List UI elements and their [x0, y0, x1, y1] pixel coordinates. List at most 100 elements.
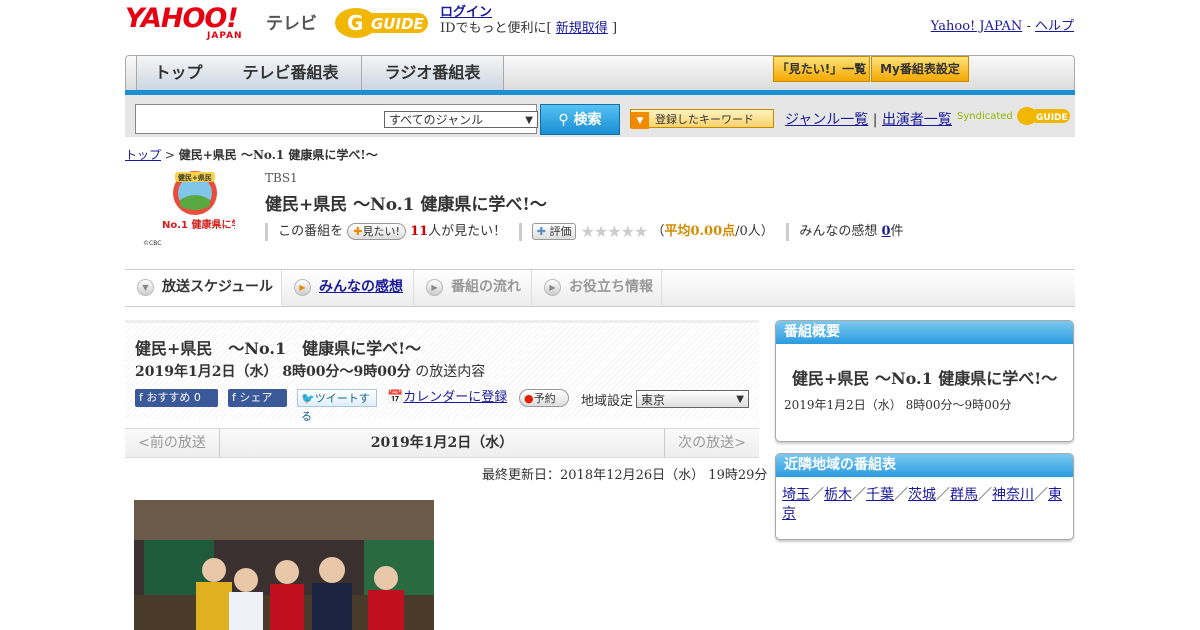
impressions-label: みんなの感想 — [799, 224, 878, 239]
stats-divider — [265, 222, 268, 241]
recommend-label: おすすめ — [146, 391, 191, 404]
facebook-recommend-button[interactable]: f おすすめ 0 — [135, 389, 218, 407]
nav-tab-tv[interactable]: テレビ番組表 — [220, 56, 362, 90]
region-separator: ／ — [978, 487, 992, 503]
tab-info[interactable]: ▶ お役立ち情報 — [532, 270, 662, 306]
schedule-time: 2019年1月2日（水） 8時00分～9時00分 の放送内容 — [135, 361, 485, 381]
region-link-tochigi[interactable]: 栃木 — [824, 487, 852, 503]
program-logo-text: 健民+県民 — [178, 173, 212, 182]
recommend-count: 0 — [193, 391, 201, 404]
calendar-link[interactable]: カレンダーに登録 — [403, 390, 507, 405]
prev-broadcast-link[interactable]: <前の放送 — [125, 429, 220, 457]
genre-list-link[interactable]: ジャンル一覧 — [785, 112, 868, 128]
search-bar: すべてのジャンル ▼ ⚲ 検索 ▼ 登録したキーワード ジャンル一覧 | 出演者一… — [125, 95, 1075, 137]
genre-select-value: すべてのジャンル — [389, 113, 484, 127]
rating-button[interactable]: ✚ 評価 — [531, 223, 577, 240]
stats-divider — [786, 222, 790, 241]
syndicated-badge: Syndicated GUIDE — [957, 105, 1072, 127]
login-description: IDでもっと便利に[ — [440, 21, 552, 36]
broadcast-pager: <前の放送 2019年1月2日（水） 次の放送> — [125, 428, 759, 458]
chevron-right-icon: ▶ — [544, 278, 561, 296]
search-links: ジャンル一覧 | 出演者一覧 — [785, 109, 952, 129]
share-row: f おすすめ 0 f シェア 🐦ツイートする 📅カレンダーに登録 ●予約 地域設… — [135, 389, 755, 423]
keyword-button[interactable]: ▼ 登録したキーワード — [630, 109, 774, 129]
triangle-down-icon: ▼ — [631, 112, 649, 129]
service-label: テレビ — [266, 14, 317, 34]
overview-header: 番組概要 — [776, 321, 1073, 344]
yahoo-logo[interactable]: YAHOO! JAPAN — [125, 5, 265, 43]
schedule-datetime: 2019年1月2日（水） 8時00分～9時00分 — [135, 364, 411, 380]
tab-schedule[interactable]: ▼ 放送スケジュール — [125, 270, 282, 306]
facebook-icon: f — [139, 391, 143, 404]
schedule-datetime-suffix: の放送内容 — [415, 364, 486, 380]
watch-suffix: 人が見たい！ — [428, 224, 507, 239]
watch-prefix: この番組を — [278, 224, 344, 239]
schedule-title: 健民+県民 ～No.1 健康県に学べ!～ — [135, 339, 422, 358]
region-link-chiba[interactable]: 千葉 — [866, 487, 894, 503]
region-separator: ／ — [936, 487, 950, 503]
region-link-saitama[interactable]: 埼玉 — [782, 487, 810, 503]
region-link-ibaraki[interactable]: 茨城 — [908, 487, 936, 503]
region-separator: ／ — [852, 487, 866, 503]
impressions-count[interactable]: 0 — [882, 224, 891, 239]
region-select[interactable]: 東京 ▼ — [636, 390, 749, 408]
gguide-small-text: GUIDE — [1036, 113, 1068, 123]
yahoo-logo-sub: JAPAN — [207, 31, 243, 41]
nav-tab-radio[interactable]: ラジオ番組表 — [362, 56, 504, 90]
channel-name: TBS1 — [265, 171, 298, 185]
tweet-button[interactable]: 🐦ツイートする — [297, 389, 377, 423]
region-separator: ／ — [810, 487, 824, 503]
calendar-button[interactable]: 📅カレンダーに登録 — [387, 389, 511, 407]
record-icon: ● — [524, 392, 534, 405]
gguide-logo[interactable]: G GUIDE — [334, 6, 432, 40]
help-link[interactable]: ヘルプ — [1035, 19, 1074, 34]
program-photo-image — [134, 500, 434, 630]
tab-impressions-label[interactable]: みんなの感想 — [319, 279, 403, 295]
breadcrumb-top[interactable]: トップ — [125, 148, 161, 162]
program-title: 健民+県民 ～No.1 健康県に学べ!～ — [265, 195, 547, 215]
mitai-button-label: 見たい! — [362, 225, 400, 238]
search-link-divider: | — [872, 112, 878, 128]
reserve-label: 予約 — [533, 392, 556, 405]
facebook-share-button[interactable]: f シェア — [228, 389, 287, 407]
genre-select[interactable]: すべてのジャンル ▼ — [384, 111, 538, 128]
breadcrumb: トップ > 健民+県民 ～No.1 健康県に学べ!～ — [125, 146, 378, 163]
chevron-down-icon: ▼ — [137, 278, 154, 296]
signup-link[interactable]: 新規取得 — [556, 21, 608, 36]
tab-flow[interactable]: ▶ 番組の流れ — [414, 270, 532, 306]
mitai-button[interactable]: ✚見たい! — [347, 223, 406, 240]
current-broadcast-date: 2019年1月2日（水） — [370, 435, 514, 451]
login-link[interactable]: ログイン — [440, 5, 492, 20]
impressions-suffix: 件 — [890, 224, 904, 239]
program-photo — [134, 500, 434, 630]
yahoo-logo-text: YAHOO! — [125, 3, 239, 34]
rating-stars[interactable]: ★★★★★ — [581, 222, 649, 241]
region-link-kanagawa[interactable]: 神奈川 — [992, 487, 1034, 503]
tab-impressions[interactable]: ▶ みんなの感想 — [282, 270, 414, 306]
my-schedule-button[interactable]: My番組表設定 — [871, 56, 969, 82]
neighbors-header: 近隣地域の番組表 — [776, 454, 1073, 477]
performer-list-link[interactable]: 出演者一覧 — [882, 112, 952, 128]
tab-info-label: お役立ち情報 — [569, 279, 653, 295]
chevron-right-icon: ▶ — [426, 278, 443, 296]
region-link-gunma[interactable]: 群馬 — [950, 487, 978, 503]
neighbors-box: 近隣地域の番組表 埼玉／栃木／千葉／茨城／群馬／神奈川／東京 — [775, 453, 1074, 540]
mitai-list-button[interactable]: 「見たい!」一覧 — [773, 56, 870, 82]
next-broadcast-link[interactable]: 次の放送> — [664, 429, 759, 457]
reserve-button[interactable]: ●予約 — [519, 389, 569, 407]
yahoo-japan-link[interactable]: Yahoo! JAPAN — [931, 19, 1023, 34]
program-logo: 健民+県民 No.1 健康県に学べ! ©CBC — [140, 170, 256, 248]
keyword-button-label: 登録したキーワード — [655, 113, 754, 126]
region-separator: ／ — [1034, 487, 1048, 503]
schedule-panel: 健民+県民 ～No.1 健康県に学べ!～ 2019年1月2日（水） 8時00分～… — [125, 320, 759, 423]
search-button[interactable]: ⚲ 検索 — [540, 104, 620, 135]
tab-schedule-label: 放送スケジュール — [162, 279, 274, 295]
nav-tab-top[interactable]: トップ — [136, 56, 221, 90]
overview-time: 2019年1月2日（水） 8時00分～9時00分 — [784, 398, 1012, 412]
breadcrumb-current: 健民+県民 ～No.1 健康県に学べ!～ — [178, 148, 378, 162]
last-updated: 最終更新日：2018年12月26日（水） 19時29分 — [482, 468, 768, 483]
search-icon: ⚲ — [558, 112, 569, 128]
program-logo-copyright: ©CBC — [143, 240, 161, 247]
chevron-down-icon: ▼ — [525, 115, 533, 126]
stats-divider — [518, 222, 522, 241]
